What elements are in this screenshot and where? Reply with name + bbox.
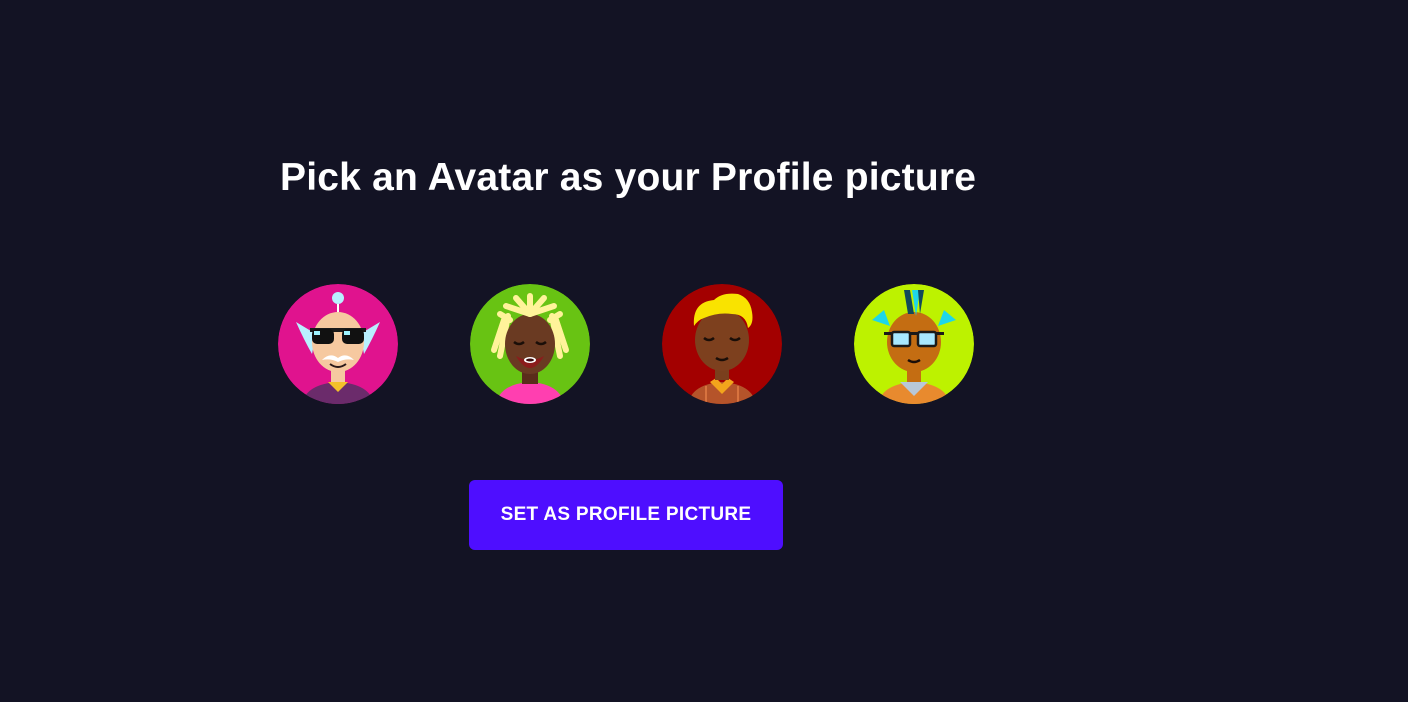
avatar-blonde-quiff-icon bbox=[662, 284, 782, 404]
set-profile-picture-button[interactable]: SET AS PROFILE PICTURE bbox=[469, 480, 783, 550]
avatar-elder-sunglasses-icon bbox=[278, 284, 398, 404]
avatar-option-4[interactable] bbox=[854, 284, 974, 404]
avatar-option-1[interactable] bbox=[278, 284, 398, 404]
avatar-mohawk-glasses-icon bbox=[854, 284, 974, 404]
avatar-option-3[interactable] bbox=[662, 284, 782, 404]
page-title: Pick an Avatar as your Profile picture bbox=[280, 156, 977, 199]
avatar-list bbox=[278, 284, 974, 404]
avatar-option-2[interactable] bbox=[470, 284, 590, 404]
avatar-picker: Pick an Avatar as your Profile picture S… bbox=[278, 0, 998, 702]
avatar-dreadlocks-icon bbox=[470, 284, 590, 404]
